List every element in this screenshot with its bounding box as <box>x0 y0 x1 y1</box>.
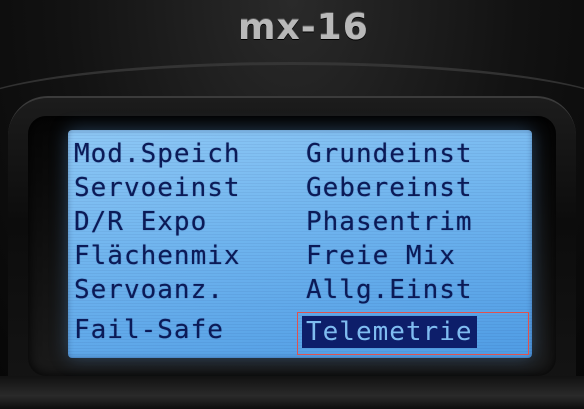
brand-label: mx-16 <box>238 7 369 48</box>
housing-bottom <box>0 376 584 409</box>
selection-highlight-box <box>297 312 529 355</box>
menu-item-flaechenmix[interactable]: Flächenmix <box>74 240 241 272</box>
menu-item-phasentrim[interactable]: Phasentrim <box>306 206 473 238</box>
menu-item-freie-mix[interactable]: Freie Mix <box>306 240 456 272</box>
menu-item-gebereinst[interactable]: Gebereinst <box>306 172 473 204</box>
menu-item-allg-einst[interactable]: Allg.Einst <box>306 274 473 306</box>
menu-item-fail-safe[interactable]: Fail-Safe <box>74 314 224 346</box>
menu-item-mod-speich[interactable]: Mod.Speich <box>74 138 241 170</box>
menu-item-servoeinst[interactable]: Servoeinst <box>74 172 241 204</box>
menu-item-servoanz[interactable]: Servoanz. <box>74 274 224 306</box>
transmitter-body: mx-16 Mod.Speich Servoeinst D/R Expo Flä… <box>0 0 584 409</box>
menu-item-grundeinst[interactable]: Grundeinst <box>306 138 473 170</box>
menu-item-dr-expo[interactable]: D/R Expo <box>74 206 207 238</box>
